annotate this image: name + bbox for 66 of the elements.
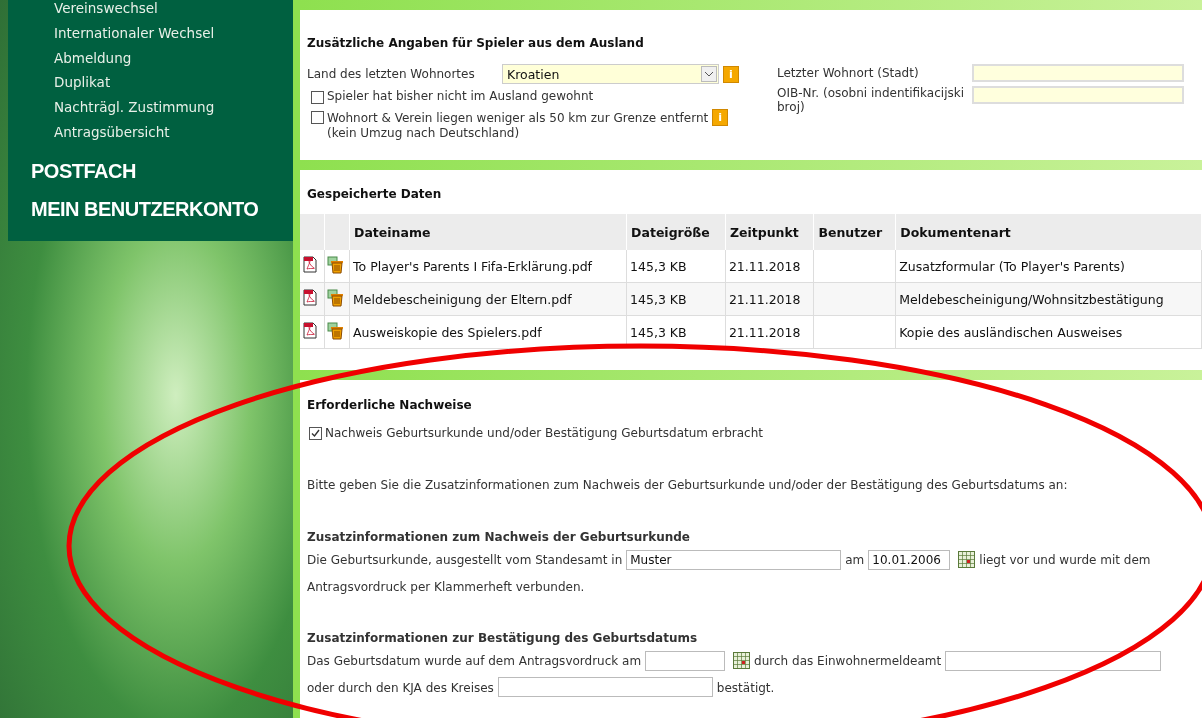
- subsection-title: Zusatzinformationen zum Nachweis der Geburtsurkunde: [307, 530, 691, 544]
- form-text: am: [845, 552, 865, 567]
- instruction-text: Bitte geben Sie die Zusatzinformationen zum Nachweis der Geburtsurkunde und/oder der Bestätigung des Geburtsdatums an:: [307, 478, 1069, 492]
- field-label: OIB-Nr. (osobni indentifikacijski broj): [777, 86, 965, 114]
- section-title: Erforderliche Nachweise: [307, 398, 473, 412]
- date-input[interactable]: [645, 650, 726, 671]
- checkbox[interactable]: [311, 111, 324, 124]
- pdf-file-icon[interactable]: [302, 322, 318, 339]
- form-text: oder durch den KJA des Kreises: [307, 680, 494, 694]
- form-text: Die Geburtsurkunde, ausgestellt vom Standesamt in: [307, 552, 623, 567]
- table-cell: 145,3 KB: [626, 315, 726, 349]
- checkbox-label: Nachweis Geburtsurkunde und/oder Bestätigung Geburtsdatum erbracht: [325, 426, 763, 440]
- form-text: bestätigt.: [716, 680, 775, 694]
- checkbox[interactable]: [309, 426, 322, 440]
- sidebar-link[interactable]: Internationaler Wechsel: [8, 20, 293, 46]
- column-header: Dateiname: [349, 214, 627, 250]
- pdf-file-icon[interactable]: [302, 256, 318, 273]
- calendar-icon[interactable]: [733, 652, 751, 669]
- city-input[interactable]: [972, 64, 1184, 82]
- date-input[interactable]: 10.01.2006: [868, 549, 951, 570]
- subsection-title: Zusatzinformationen zur Bestätigung des Geburtsdatums: [307, 631, 699, 645]
- pdf-file-icon[interactable]: [302, 289, 318, 306]
- trash-can-icon[interactable]: [327, 255, 345, 274]
- table-cell: To Player's Parents I Fifa-Erklärung.pdf: [349, 250, 627, 283]
- checkbox[interactable]: [311, 91, 324, 104]
- sidebar-link[interactable]: Antragsübersicht: [8, 120, 293, 145]
- table-cell: Ausweiskopie des Spielers.pdf: [349, 315, 627, 349]
- table-cell: 21.11.2018: [725, 250, 814, 283]
- registry-office-input[interactable]: Muster: [626, 549, 842, 570]
- table-cell: 21.11.2018: [725, 315, 814, 349]
- checkbox-note: (kein Umzug nach Deutschland): [327, 126, 521, 140]
- checkbox-label: Spieler hat bisher nicht im Ausland gewohnt: [327, 89, 594, 103]
- form-text: liegt vor und wurde mit dem: [979, 552, 1151, 567]
- table-cell: 21.11.2018: [725, 282, 814, 316]
- form-text: durch das Einwohnermeldeamt: [754, 653, 942, 668]
- column-header: Benutzer: [813, 214, 896, 250]
- table-cell: Meldebescheinigung der Eltern.pdf: [349, 282, 627, 316]
- table-cell: Meldebescheinigung/Wohnsitzbestätigung: [895, 282, 1202, 316]
- registration-office-input[interactable]: [945, 650, 1162, 671]
- section-title: Zusätzliche Angaben für Spieler aus dem Ausland: [307, 36, 645, 50]
- column-header: Dateigröße: [626, 214, 726, 250]
- oib-input[interactable]: [972, 86, 1184, 104]
- district-input[interactable]: [497, 677, 713, 697]
- column-header: Zeitpunkt: [725, 214, 814, 250]
- country-select[interactable]: Kroatien: [502, 64, 719, 84]
- field-label: Land des letzten Wohnortes: [307, 67, 476, 81]
- calendar-icon[interactable]: [958, 551, 976, 568]
- checkbox-label: Wohnort & Verein liegen weniger als 50 km zur Grenze entfernt: [327, 110, 709, 125]
- section-title: Gespeicherte Daten: [307, 187, 443, 201]
- table-cell: 145,3 KB: [626, 282, 726, 316]
- sidebar-link[interactable]: Abmeldung: [8, 45, 293, 71]
- table-cell: Kopie des ausländischen Ausweises: [895, 315, 1202, 349]
- caret-icon: [701, 66, 717, 82]
- sidebar-main-link[interactable]: MEIN BENUTZERKONTO: [8, 196, 293, 221]
- column-header: Dokumentenart: [895, 214, 1202, 250]
- trash-can-icon[interactable]: [327, 288, 345, 307]
- field-label: Letzter Wohnort (Stadt): [777, 66, 920, 80]
- table-cell: Zusatzformular (To Player's Parents): [895, 250, 1202, 283]
- sidebar-link[interactable]: Duplikat: [8, 70, 293, 96]
- table-cell: 145,3 KB: [626, 250, 726, 283]
- form-text: Das Geburtsdatum wurde auf dem Antragsvordruck am: [307, 653, 642, 668]
- trash-can-icon[interactable]: [327, 321, 345, 340]
- sidebar-link[interactable]: Vereinswechsel: [8, 0, 293, 21]
- form-text: Antragsvordruck per Klammerheft verbunden.: [307, 579, 585, 593]
- sidebar-link[interactable]: Nachträgl. Zustimmung: [8, 95, 293, 120]
- sidebar-main-link[interactable]: POSTFACH: [8, 158, 293, 183]
